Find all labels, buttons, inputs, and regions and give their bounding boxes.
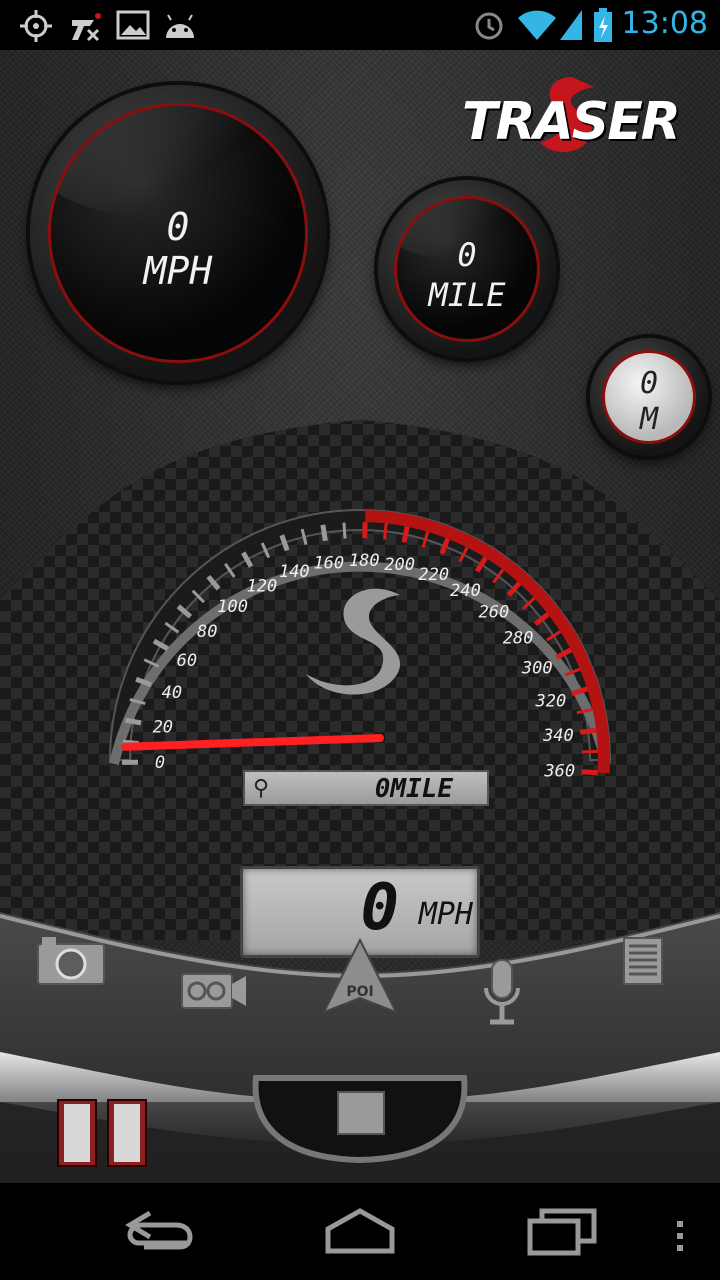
poi-icon[interactable]: POI [322,938,398,1016]
traser-logo: TRASER [462,72,702,172]
speedometer-label: 60 [177,651,197,671]
speedometer-needle [120,734,384,751]
list-icon[interactable] [622,936,664,986]
microphone-icon[interactable] [480,958,524,1028]
stop-button[interactable] [246,1068,474,1164]
speedometer-label: 360 [543,762,575,782]
speedometer-tick [122,739,139,744]
speedometer: 0 20 40 6080100120140 160 180 200220240260 280 3… [108,509,612,782]
altitude-gauge-value: 0 [639,366,659,401]
wifi-icon [518,10,556,40]
speedometer-label: 40 [162,683,182,703]
speedometer-label: 0 [155,753,165,773]
alarm-icon [475,12,503,40]
location-pin-icon: ⚲ [253,776,270,801]
navigation-bar [0,1183,720,1280]
speedometer-label: 340 [542,726,574,746]
logo-text: TRASER [462,92,681,152]
odometer-value: 0MILE [374,774,453,804]
pause-button[interactable] [56,1098,148,1168]
menu-icon[interactable] [670,1203,690,1259]
distance-gauge[interactable]: 0 MILE [378,180,556,358]
speedometer-tick [124,717,142,726]
video-camera-icon[interactable] [180,970,248,1010]
speedometer-label: 200 [384,555,415,575]
odometer-bar: ⚲ 0MILE [243,770,489,806]
traser-emblem-icon [306,588,401,695]
camera-icon[interactable] [36,934,106,986]
home-icon[interactable] [322,1203,398,1259]
back-icon[interactable] [124,1203,196,1259]
speedometer-label: 120 [247,577,278,597]
speedometer-tick [401,526,410,543]
distance-gauge-unit: MILE [428,276,506,314]
speed-gauge[interactable]: 0 MPH [30,85,326,381]
image-icon [116,10,150,40]
speedometer-label: 220 [418,565,449,585]
app-screen: TRASER 0 MPH 0 MILE 0 M 0 20 40 60 80 100 120 1… [0,50,720,1183]
speedometer-label: 320 [535,691,567,711]
speedometer-label: 180 [349,551,380,571]
gps-icon [20,10,52,42]
speedometer-label: 100 [217,597,248,617]
speed-gauge-value: 0 [166,205,190,249]
speedometer-label: 160 [313,553,344,573]
distance-gauge-value: 0 [457,236,477,274]
speedometer-label: 20 [153,718,173,738]
speedometer-tick [382,523,388,540]
speedometer-label: 240 [450,581,481,601]
speedometer-tick [581,749,598,754]
clock: 13:08 [621,6,708,41]
speedometer-tick [342,522,347,539]
speedometer-label: 140 [279,562,310,582]
recent-apps-icon[interactable] [526,1203,600,1259]
android-icon [166,14,194,38]
speedometer-label: 260 [479,602,510,622]
speedometer-tick [581,769,598,776]
status-bar: 13:08 [0,0,720,50]
battery-charging-icon [594,8,612,42]
traser-notification-icon [72,13,101,42]
speedometer-tick [579,727,597,735]
signal-icon [560,10,582,40]
speedometer-label: 80 [197,622,217,642]
speedometer-label: 280 [503,628,534,648]
speedometer-tick [320,524,328,542]
speed-gauge-unit: MPH [143,249,213,293]
speedometer-label: 300 [521,658,553,678]
poi-label: POI [346,984,373,1000]
